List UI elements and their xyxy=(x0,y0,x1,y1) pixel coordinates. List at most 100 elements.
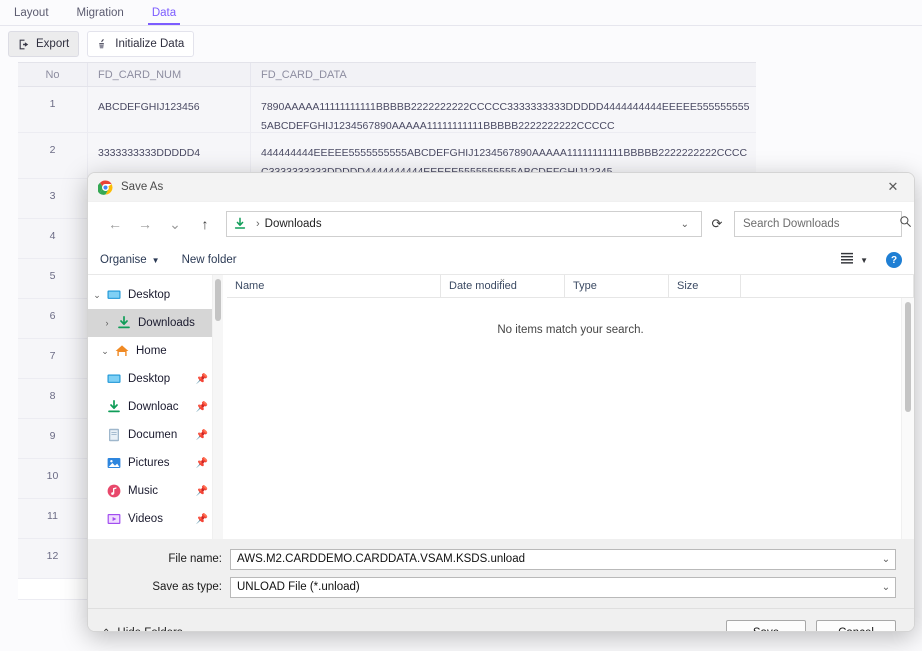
tab-migration[interactable]: Migration xyxy=(63,0,138,25)
organise-button[interactable]: Organise ▼ xyxy=(100,254,160,266)
pin-icon[interactable]: 📌 xyxy=(196,458,208,469)
tree-item-videos-pinned[interactable]: Videos 📌 xyxy=(88,505,212,533)
pictures-icon xyxy=(106,455,122,471)
tree-item-downloads[interactable]: › Downloads xyxy=(88,309,212,337)
tree-item-desktop[interactable]: ⌄ Desktop xyxy=(88,281,212,309)
up-icon[interactable]: ↑ xyxy=(190,210,220,238)
new-folder-label: New folder xyxy=(181,254,237,266)
pin-icon[interactable]: 📌 xyxy=(196,402,208,413)
tree-item-pictures-pinned[interactable]: Pictures 📌 xyxy=(88,449,212,477)
cancel-button[interactable]: Cancel xyxy=(816,620,896,631)
broom-icon xyxy=(97,38,110,51)
search-input[interactable] xyxy=(741,217,899,231)
address-bar[interactable]: › Downloads ⌄ xyxy=(226,211,702,237)
refresh-icon[interactable]: ⟳ xyxy=(702,211,732,237)
videos-icon xyxy=(106,511,122,527)
hide-folders-button[interactable]: ⌃ Hide Folders xyxy=(102,627,183,632)
file-column-size[interactable]: Size xyxy=(669,275,741,297)
cell-card-num: ABCDEFGHIJ123456 xyxy=(87,87,250,132)
table-row[interactable]: 1 ABCDEFGHIJ123456 7890AAAAA11111111111B… xyxy=(18,87,756,133)
hide-folders-label: Hide Folders xyxy=(117,627,182,631)
file-list-scrollbar[interactable] xyxy=(901,298,914,539)
app-root: Layout Migration Data Export Initialize … xyxy=(0,0,922,651)
file-column-type[interactable]: Type xyxy=(565,275,669,297)
cell-no: 8 xyxy=(49,390,56,402)
cell-card-data: 7890AAAAA11111111111BBBBB2222222222CCCCC… xyxy=(250,87,756,132)
recent-locations-icon[interactable]: ⌄ xyxy=(160,210,190,238)
save-as-type-label: Save as type: xyxy=(152,581,222,593)
cell-no: 1 xyxy=(49,98,56,110)
export-button[interactable]: Export xyxy=(8,31,80,57)
file-column-type-label: Type xyxy=(573,280,597,292)
tree-scrollbar[interactable] xyxy=(212,275,223,539)
cell-no: 9 xyxy=(49,430,56,442)
breadcrumb[interactable]: Downloads xyxy=(265,218,322,230)
tree-item-downloads-pinned[interactable]: Downloac 📌 xyxy=(88,393,212,421)
initialize-data-button[interactable]: Initialize Data xyxy=(87,31,195,57)
tab-layout[interactable]: Layout xyxy=(0,0,63,25)
chevron-down-icon[interactable]: ⌄ xyxy=(88,346,114,357)
file-column-date-label: Date modified xyxy=(449,280,517,292)
tab-data[interactable]: Data xyxy=(138,0,190,25)
chevron-down-icon: ▼ xyxy=(151,255,160,265)
save-as-type-field[interactable]: UNLOAD File (*.unload) ⌄ xyxy=(230,576,896,598)
column-header-no[interactable]: No xyxy=(18,63,87,86)
file-column-size-label: Size xyxy=(677,280,699,292)
address-dropdown-icon[interactable]: ⌄ xyxy=(675,219,695,230)
export-icon xyxy=(18,38,31,51)
file-list: Name ⌄ Date modified Type Size No items … xyxy=(227,274,914,539)
save-as-type-value[interactable]: UNLOAD File (*.unload) xyxy=(237,581,877,593)
dialog-fields: File name: AWS.M2.CARDDEMO.CARDDATA.VSAM… xyxy=(88,539,914,608)
file-name-value[interactable]: AWS.M2.CARDDEMO.CARDDATA.VSAM.KSDS.unloa… xyxy=(237,553,877,565)
view-options-button[interactable]: ▼ xyxy=(840,251,868,269)
chevron-down-icon[interactable]: ⌄ xyxy=(88,290,106,301)
column-header-card-data[interactable]: FD_CARD_DATA xyxy=(250,63,756,86)
dialog-navigation-bar: ← → ⌄ ↑ › Downloads ⌄ ⟳ xyxy=(88,202,914,246)
cancel-label: Cancel xyxy=(838,627,874,631)
search-box[interactable] xyxy=(734,211,911,237)
chevron-right-icon[interactable]: › xyxy=(88,318,116,328)
back-icon[interactable]: ← xyxy=(100,210,130,238)
pin-icon[interactable]: 📌 xyxy=(196,374,208,385)
file-name-field[interactable]: AWS.M2.CARDDEMO.CARDDATA.VSAM.KSDS.unloa… xyxy=(230,548,896,570)
chevron-up-icon: ⌃ xyxy=(102,628,110,632)
chevron-down-icon[interactable]: ⌄ xyxy=(877,582,895,593)
file-column-name-label: Name xyxy=(235,280,265,292)
save-as-type-row: Save as type: UNLOAD File (*.unload) ⌄ xyxy=(88,576,914,598)
file-column-name[interactable]: Name xyxy=(227,275,441,297)
file-name-label: File name: xyxy=(168,553,222,565)
tree-item-documents-pinned[interactable]: Documen 📌 xyxy=(88,421,212,449)
forward-icon[interactable]: → xyxy=(130,210,160,238)
new-folder-button[interactable]: New folder xyxy=(182,254,237,266)
chevron-down-icon[interactable]: ⌄ xyxy=(877,554,895,565)
tree-item-desktop-pinned[interactable]: Desktop 📌 xyxy=(88,365,212,393)
pin-icon[interactable]: 📌 xyxy=(196,486,208,497)
tree-item-label: Desktop xyxy=(128,289,171,301)
tree-scrollbar-thumb[interactable] xyxy=(215,279,221,321)
file-list-scrollbar-thumb[interactable] xyxy=(905,302,911,412)
data-grid-header: No FD_CARD_NUM FD_CARD_DATA xyxy=(18,62,756,87)
help-button[interactable]: ? xyxy=(886,252,902,268)
cell-no: 6 xyxy=(49,310,56,322)
app-tab-bar: Layout Migration Data xyxy=(0,0,922,26)
cell-blank xyxy=(18,579,87,599)
home-icon xyxy=(114,343,130,359)
pin-icon[interactable]: 📌 xyxy=(196,430,208,441)
file-column-date-modified[interactable]: ⌄ Date modified xyxy=(441,274,565,297)
save-as-dialog: Save As ✕ ← → ⌄ ↑ › Downloads ⌄ ⟳ Search… xyxy=(87,172,915,632)
data-toolbar: Export Initialize Data xyxy=(0,26,922,62)
close-icon[interactable]: ✕ xyxy=(878,176,908,198)
search-icon[interactable] xyxy=(899,215,912,233)
tree-item-label: Downloac xyxy=(128,401,179,413)
file-list-header: Name ⌄ Date modified Type Size xyxy=(227,274,914,298)
tree-item-home[interactable]: ⌄ Home xyxy=(88,337,212,365)
cell-no: 5 xyxy=(49,270,56,282)
tree-item-label: Videos xyxy=(128,513,163,525)
pin-icon[interactable]: 📌 xyxy=(196,514,208,525)
breadcrumb-separator: › xyxy=(256,218,260,230)
chrome-icon xyxy=(97,179,113,195)
column-header-card-num[interactable]: FD_CARD_NUM xyxy=(87,63,250,86)
tree-item-music-pinned[interactable]: Music 📌 xyxy=(88,477,212,505)
tab-data-label: Data xyxy=(151,7,177,19)
save-button[interactable]: Save xyxy=(726,620,806,631)
